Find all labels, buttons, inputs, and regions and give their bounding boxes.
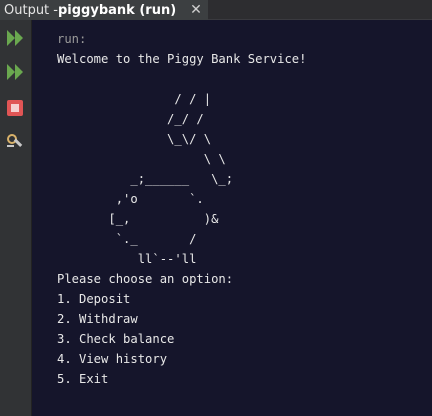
console-line: \ \ <box>57 152 226 166</box>
console-line: 1. Deposit <box>57 292 131 306</box>
output-window: Output - piggybank (run) ✕ run: Welcome … <box>0 0 432 416</box>
console-line: ,'o `. <box>57 192 204 206</box>
console-line: `._ / <box>57 232 197 246</box>
stop-button[interactable] <box>3 96 27 120</box>
rerun-icon <box>7 30 23 46</box>
console-line: \_\/ \ <box>57 132 212 146</box>
console-line: 2. Withdraw <box>57 312 138 326</box>
rerun-with-params-icon <box>7 64 23 80</box>
console-line: / / | <box>57 92 212 106</box>
stop-icon <box>7 100 23 116</box>
console-line: /_/ / <box>57 112 204 126</box>
tab-strip: Output - piggybank (run) ✕ <box>0 0 432 20</box>
tab-prefix: Output - <box>4 2 58 18</box>
console-line: 5. Exit <box>57 372 109 386</box>
console-line: [_, )& <box>57 212 219 226</box>
rerun-with-params-button[interactable] <box>3 60 27 84</box>
console-line: Please choose an option: <box>57 272 234 286</box>
settings-button[interactable] <box>3 130 27 154</box>
console-output[interactable]: run: Welcome to the Piggy Bank Service! /… <box>33 21 432 416</box>
console-line: ll`--'ll <box>57 252 197 266</box>
rerun-button[interactable] <box>3 26 27 50</box>
console-line: 3. Check balance <box>57 332 175 346</box>
console-line: _;______ \_; <box>57 172 234 186</box>
console-line: run: <box>57 32 87 46</box>
tab-output-piggybank[interactable]: Output - piggybank (run) ✕ <box>0 0 208 20</box>
console-line: 4. View history <box>57 352 168 366</box>
settings-icon <box>7 134 23 147</box>
close-icon[interactable]: ✕ <box>190 3 202 17</box>
tab-title: piggybank (run) <box>57 2 177 18</box>
output-toolbar <box>0 20 32 416</box>
console-line: Welcome to the Piggy Bank Service! <box>57 52 307 66</box>
